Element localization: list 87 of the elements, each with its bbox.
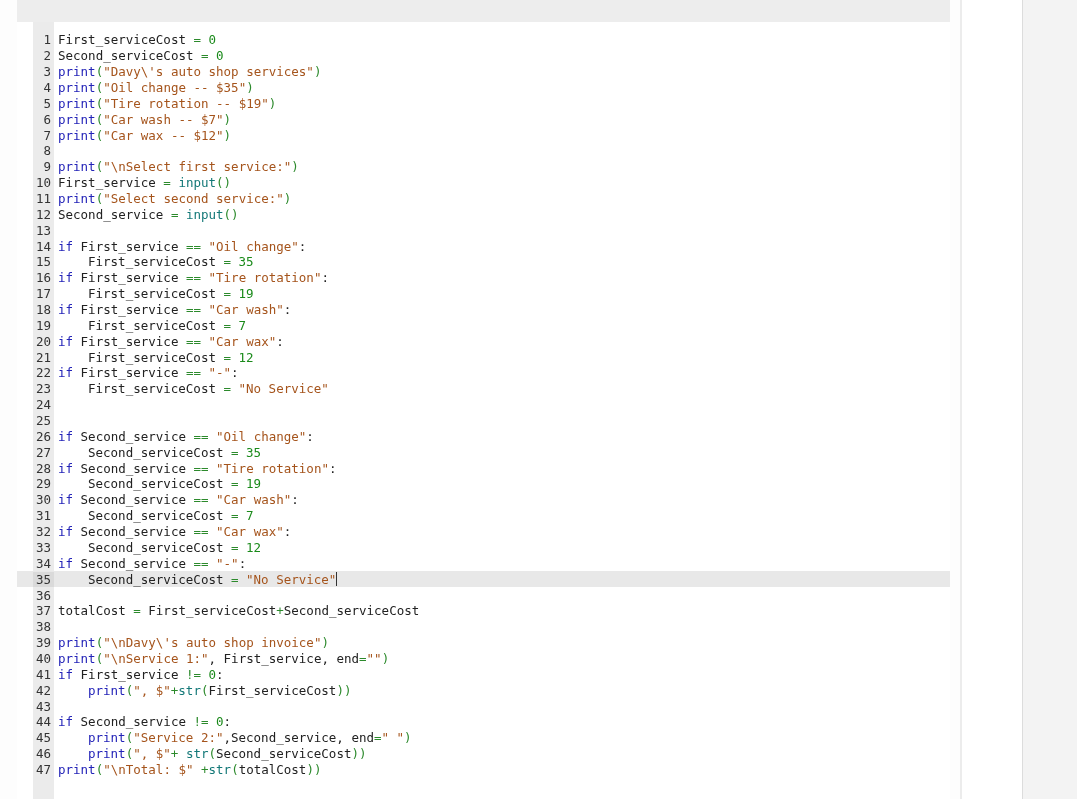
line-number: 24: [34, 397, 52, 413]
line-number: 33: [34, 539, 52, 555]
line-number: 23: [34, 381, 52, 397]
line-number: 39: [34, 635, 52, 651]
code-line: print("\nTotal: $" +str(totalCost)): [58, 761, 322, 777]
line-number: 18: [34, 302, 52, 318]
code-line: print("\nSelect first service:"): [58, 159, 299, 175]
code-line: print(", $"+str(First_serviceCost)): [88, 682, 352, 698]
code-line: First_serviceCost = 35: [88, 254, 254, 270]
line-number: 26: [34, 428, 52, 444]
line-number: 43: [34, 698, 52, 714]
line-number: 8: [42, 143, 52, 159]
code-line: if First_service == "Car wash":: [58, 302, 292, 318]
line-number: 45: [34, 730, 52, 746]
line-number: 37: [34, 603, 52, 619]
line-number: 7: [42, 127, 52, 143]
code-line: if Second_service == "Tire rotation":: [58, 460, 337, 476]
code-line: if Second_service == "-":: [58, 555, 247, 571]
line-number: 35: [33, 571, 54, 587]
code-line: if Second_service == "Oil change":: [58, 428, 314, 444]
code-line: print("Select second service:"): [58, 191, 292, 206]
code-line: print("Car wash -- $7"): [58, 111, 232, 127]
code-line: print("\nDavy\'s auto shop invoice"): [58, 635, 329, 651]
code-line: if First_service == "Car wax":: [58, 333, 284, 349]
line-number: 44: [34, 714, 52, 730]
code-line: First_serviceCost = 19: [88, 286, 254, 302]
line-number: 29: [34, 476, 52, 492]
line-number: 19: [34, 317, 52, 333]
line-number: 25: [34, 413, 52, 429]
line-number: 10: [34, 175, 52, 191]
line-number: 42: [34, 682, 52, 698]
code-line: Second_serviceCost = 7: [88, 508, 254, 524]
line-number: 13: [34, 222, 52, 238]
line-number: 22: [34, 365, 52, 381]
code-line: Second_serviceCost = 19: [88, 476, 262, 492]
code-line: Second_serviceCost = 0: [58, 48, 224, 64]
line-number: 31: [34, 508, 52, 524]
code-line: print(", $"+ str(Second_serviceCost)): [88, 746, 367, 762]
line-number: 32: [34, 524, 52, 540]
code-line: totalCost = First_serviceCost+Second_serviceCost: [58, 603, 420, 619]
line-number: 4: [42, 80, 52, 95]
code-line: First_serviceCost = "No Service": [88, 381, 329, 397]
code-line: if Second_service != 0:: [58, 714, 232, 730]
line-number: 20: [34, 333, 52, 349]
code-line: print("Service 2:",Second_service, end=" "): [88, 730, 412, 746]
line-number: 41: [34, 666, 52, 682]
line-number: 1: [42, 32, 52, 48]
code-line: print("\nService 1:", First_service, end=""): [58, 650, 390, 666]
line-number: 34: [34, 555, 52, 571]
line-number: 36: [34, 587, 52, 603]
line-number: 9: [42, 159, 52, 175]
code-line: if First_service == "Tire rotation":: [58, 270, 329, 286]
line-number: 11: [34, 191, 52, 206]
code-line: Second_serviceCost = 35: [88, 444, 262, 460]
code-line: if First_service == "Oil change":: [58, 238, 307, 254]
line-number: 47: [34, 761, 52, 777]
line-number: 2: [42, 48, 52, 64]
line-number: 15: [34, 254, 52, 270]
code-line: Second_serviceCost = 12: [88, 539, 262, 555]
line-number: 27: [34, 444, 52, 460]
code-line: print("Oil change -- $35"): [58, 80, 254, 95]
code-line: First_serviceCost = 0: [58, 32, 217, 48]
code-line: Second_service = input(): [58, 206, 239, 222]
line-number: 46: [34, 746, 52, 762]
line-number: 17: [34, 286, 52, 302]
line-number: 40: [34, 650, 52, 666]
line-number: 30: [34, 492, 52, 508]
line-number: 6: [42, 111, 52, 127]
code-line: if Second_service == "Car wax":: [58, 524, 292, 540]
line-number: 3: [42, 64, 52, 80]
code-line: if First_service == "-":: [58, 365, 239, 381]
code-line: First_serviceCost = 7: [88, 317, 247, 333]
line-number: 12: [34, 206, 52, 222]
line-number: 14: [34, 238, 52, 254]
line-number: 16: [34, 270, 52, 286]
code-line: if First_service != 0:: [58, 666, 224, 682]
code-line: First_serviceCost = 12: [88, 349, 254, 365]
line-number: 38: [34, 619, 52, 635]
code-line: First_service = input(): [58, 175, 232, 191]
line-number: 28: [34, 460, 52, 476]
code-line: Second_serviceCost = "No Service": [88, 571, 337, 587]
code-line: print("Tire rotation -- $19"): [58, 95, 277, 111]
line-number: 21: [34, 349, 52, 365]
code-line: print("Davy\'s auto shop services"): [58, 64, 322, 80]
code-line: print("Car wax -- $12"): [58, 127, 232, 143]
code-line: if Second_service == "Car wash":: [58, 492, 299, 508]
line-number: 5: [42, 95, 52, 111]
